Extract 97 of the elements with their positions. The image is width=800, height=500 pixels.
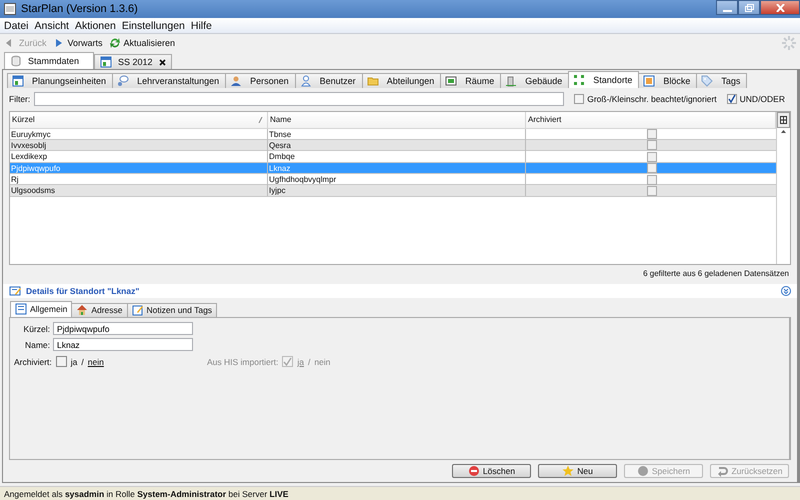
form-icon bbox=[15, 303, 27, 316]
house-icon bbox=[76, 304, 88, 316]
category-tab[interactable]: Räume bbox=[440, 73, 502, 88]
table-cell: Ulgsoodsms bbox=[10, 185, 268, 196]
loading-spinner-icon bbox=[782, 36, 796, 50]
action-button[interactable]: Löschen bbox=[452, 464, 531, 478]
category-tab[interactable]: Personen bbox=[225, 73, 296, 88]
separator-text: / bbox=[81, 356, 84, 367]
table-cell: Dmbqe bbox=[268, 151, 526, 162]
tag-icon bbox=[701, 75, 714, 87]
table-icon bbox=[12, 75, 24, 87]
option-label: Aus HIS importiert: bbox=[207, 356, 278, 367]
category-tab[interactable]: Blöcke bbox=[638, 73, 698, 88]
collapse-icon[interactable] bbox=[781, 286, 791, 296]
note-icon bbox=[132, 304, 144, 316]
column-header[interactable]: Name bbox=[268, 112, 526, 128]
window-title: StarPlan (Version 1.3.6) bbox=[21, 3, 138, 15]
app-icon bbox=[4, 3, 16, 15]
field-label: Name: bbox=[24, 340, 50, 350]
table-cell: Lknaz bbox=[268, 162, 526, 174]
option-label: Archiviert: bbox=[14, 356, 52, 367]
archived-checkbox[interactable] bbox=[646, 163, 656, 174]
document-tab[interactable]: Stammdaten bbox=[4, 52, 94, 69]
restore-icon bbox=[744, 4, 754, 12]
table-cell: Ivvxesoblj bbox=[10, 140, 268, 151]
archived-checkbox[interactable] bbox=[646, 174, 656, 185]
menu-item[interactable]: Ansicht bbox=[32, 20, 72, 32]
minimize-button[interactable] bbox=[716, 0, 738, 15]
filter-label: Filter: bbox=[9, 94, 30, 104]
category-tab[interactable]: Gebäude bbox=[500, 73, 570, 88]
table-icon bbox=[100, 56, 112, 68]
status-text: Angemeldet als sysadmin in Rolle System-Administrator bei Server LIVE bbox=[4, 489, 288, 499]
table-cell: Pjdpiwqwpufo bbox=[10, 162, 268, 174]
star-icon bbox=[562, 464, 574, 477]
close-icon bbox=[776, 4, 784, 12]
building-icon bbox=[505, 75, 518, 87]
action-button[interactable]: Neu bbox=[538, 464, 617, 478]
field-label: Kürzel: bbox=[22, 324, 50, 334]
checkbox-label: Groß-/Kleinschr. beachtet/ignoriert bbox=[587, 94, 717, 104]
yes-link[interactable]: ja bbox=[70, 356, 78, 367]
category-tab[interactable]: Benutzer bbox=[294, 73, 363, 88]
details-title: Details für Standort "Lknaz" bbox=[26, 286, 140, 296]
folder-icon bbox=[366, 75, 379, 87]
user-outline-icon bbox=[300, 75, 312, 87]
menu-item[interactable]: Hilfe bbox=[188, 20, 215, 32]
database-icon bbox=[10, 55, 22, 67]
option-checkbox[interactable] bbox=[56, 356, 67, 368]
menu-item[interactable]: Aktionen bbox=[72, 20, 119, 32]
separator-text: / bbox=[308, 356, 310, 367]
column-settings-button[interactable] bbox=[777, 112, 790, 128]
category-tab[interactable]: Lehrveranstaltungen bbox=[112, 73, 226, 88]
close-button[interactable] bbox=[760, 0, 800, 15]
category-tab[interactable]: Planungseinheiten bbox=[7, 73, 114, 88]
text-field[interactable]: Lknaz bbox=[53, 338, 193, 352]
column-header[interactable]: Archiviert bbox=[526, 112, 776, 128]
filter-field[interactable] bbox=[34, 92, 564, 106]
menu-item[interactable]: Datei bbox=[1, 20, 32, 32]
sort-icon bbox=[258, 116, 263, 123]
details-tab[interactable]: Notizen und Tags bbox=[126, 302, 218, 317]
disc-icon bbox=[636, 464, 649, 477]
refresh-icon bbox=[108, 37, 121, 49]
table-cell: Iyjpc bbox=[268, 185, 526, 196]
delete-icon bbox=[468, 464, 480, 477]
checkbox-label: UND/ODER bbox=[740, 94, 785, 104]
sites-icon bbox=[573, 74, 586, 86]
archived-checkbox[interactable] bbox=[646, 186, 656, 196]
person-icon bbox=[230, 75, 242, 87]
restore-button[interactable] bbox=[738, 0, 760, 15]
menu-item[interactable]: Einstellungen bbox=[118, 20, 188, 32]
toolbar-button[interactable]: Aktualisieren bbox=[108, 37, 176, 49]
text-field[interactable]: Pjdpiwqwpufo bbox=[53, 322, 193, 336]
toolbar-button[interactable]: Vorwarts bbox=[52, 37, 103, 49]
category-tab[interactable]: Abteilungen bbox=[362, 73, 442, 88]
case-sensitivity-checkbox[interactable] bbox=[574, 94, 584, 104]
no-link[interactable]: nein bbox=[88, 356, 104, 367]
undo-arrow-icon bbox=[716, 464, 728, 477]
and-or-checkbox[interactable] bbox=[726, 94, 737, 104]
close-icon[interactable] bbox=[158, 58, 166, 66]
room-icon bbox=[445, 75, 458, 87]
category-tab[interactable]: Standorte bbox=[568, 71, 640, 88]
table-cell: Lexdikexp bbox=[10, 151, 268, 162]
record-count: 6 gefilterte aus 6 geladenen Datensätzen bbox=[643, 268, 789, 280]
document-tab[interactable]: SS 2012 bbox=[94, 54, 172, 69]
column-header[interactable]: Kürzel bbox=[10, 112, 268, 128]
speech-bubble-icon bbox=[117, 75, 130, 87]
columns-icon bbox=[780, 116, 787, 124]
table-row[interactable]: Ulgsoodsms Iyjpc bbox=[10, 185, 776, 197]
archived-checkbox[interactable] bbox=[646, 140, 656, 150]
details-tab[interactable]: Adresse bbox=[71, 302, 128, 317]
table-row[interactable]: Ivvxesoblj Qesra bbox=[10, 140, 776, 152]
category-tab[interactable]: Tags bbox=[696, 73, 748, 88]
minimize-icon bbox=[722, 10, 732, 12]
block-icon bbox=[643, 75, 656, 87]
details-tab[interactable]: Allgemein bbox=[10, 300, 72, 317]
archived-checkbox[interactable] bbox=[646, 129, 656, 140]
archived-checkbox[interactable] bbox=[646, 152, 656, 162]
table-cell: Qesra bbox=[268, 140, 526, 151]
